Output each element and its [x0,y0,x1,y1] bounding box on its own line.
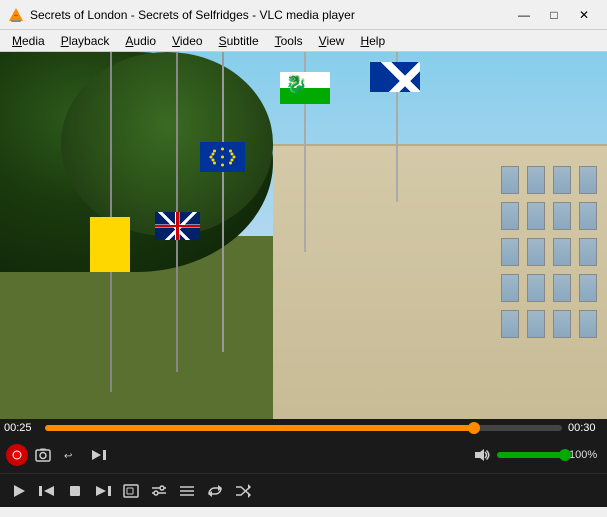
window [579,310,597,338]
menu-subtitle[interactable]: Subtitle [211,32,267,50]
menu-help[interactable]: Help [352,32,393,50]
controls-bar-top: ↩ 100% [0,437,607,473]
window [579,238,597,266]
window [527,238,545,266]
window [579,274,597,302]
volume-fill [497,452,567,458]
window [501,274,519,302]
window-controls: — □ ✕ [509,5,599,25]
window [579,166,597,194]
window [527,166,545,194]
maximize-button[interactable]: □ [539,5,569,25]
flag-eu [200,142,245,172]
extended-settings-button[interactable] [146,478,172,504]
svg-text:↩: ↩ [64,451,72,462]
menu-audio[interactable]: Audio [117,32,164,50]
snapshot-button[interactable] [30,442,56,468]
window [527,274,545,302]
volume-track[interactable] [497,452,567,458]
window [553,202,571,230]
progress-area: 00:25 00:30 [0,419,607,437]
window [527,202,545,230]
window [553,166,571,194]
flag-yellow [90,217,130,272]
menu-media[interactable]: Media [4,32,53,50]
shuffle-button[interactable] [230,478,256,504]
progress-track[interactable] [45,425,562,431]
menu-view[interactable]: View [311,32,353,50]
window [501,238,519,266]
menu-tools[interactable]: Tools [267,32,311,50]
close-button[interactable]: ✕ [569,5,599,25]
record-button[interactable] [6,444,28,466]
menu-bar: Media Playback Audio Video Subtitle Tool… [0,30,607,52]
menu-video[interactable]: Video [164,32,210,50]
window [553,238,571,266]
video-frame: 🐉 [0,52,607,419]
current-time: 00:25 [4,422,39,434]
window [553,310,571,338]
window [501,310,519,338]
welsh-dragon: 🐉 [285,74,307,95]
title-bar: Secrets of London - Secrets of Selfridge… [0,0,607,30]
video-area[interactable]: 🐉 [0,52,607,419]
fullscreen-button[interactable] [118,478,144,504]
volume-controls: 100% [469,442,601,468]
loop-ab-button[interactable]: ↩ [58,442,84,468]
total-time: 00:30 [568,422,603,434]
flag-pole-3 [222,52,224,352]
window [553,274,571,302]
volume-icon-button[interactable] [469,442,495,468]
flag-scotland [370,62,420,92]
window [501,166,519,194]
app-icon [8,7,24,23]
flag-uk [155,212,200,240]
next-button[interactable] [90,478,116,504]
frame-next-button[interactable] [86,442,112,468]
playlist-button[interactable] [174,478,200,504]
previous-button[interactable] [34,478,60,504]
building [273,144,607,419]
controls-bar-bottom [0,473,607,507]
volume-label: 100% [569,449,601,461]
window [527,310,545,338]
progress-fill [45,425,476,431]
play-button[interactable] [6,478,32,504]
window [579,202,597,230]
minimize-button[interactable]: — [509,5,539,25]
window-title: Secrets of London - Secrets of Selfridge… [30,8,509,22]
menu-playback[interactable]: Playback [53,32,118,50]
window [501,202,519,230]
building-windows [501,166,597,338]
stop-button[interactable] [62,478,88,504]
repeat-button[interactable] [202,478,228,504]
